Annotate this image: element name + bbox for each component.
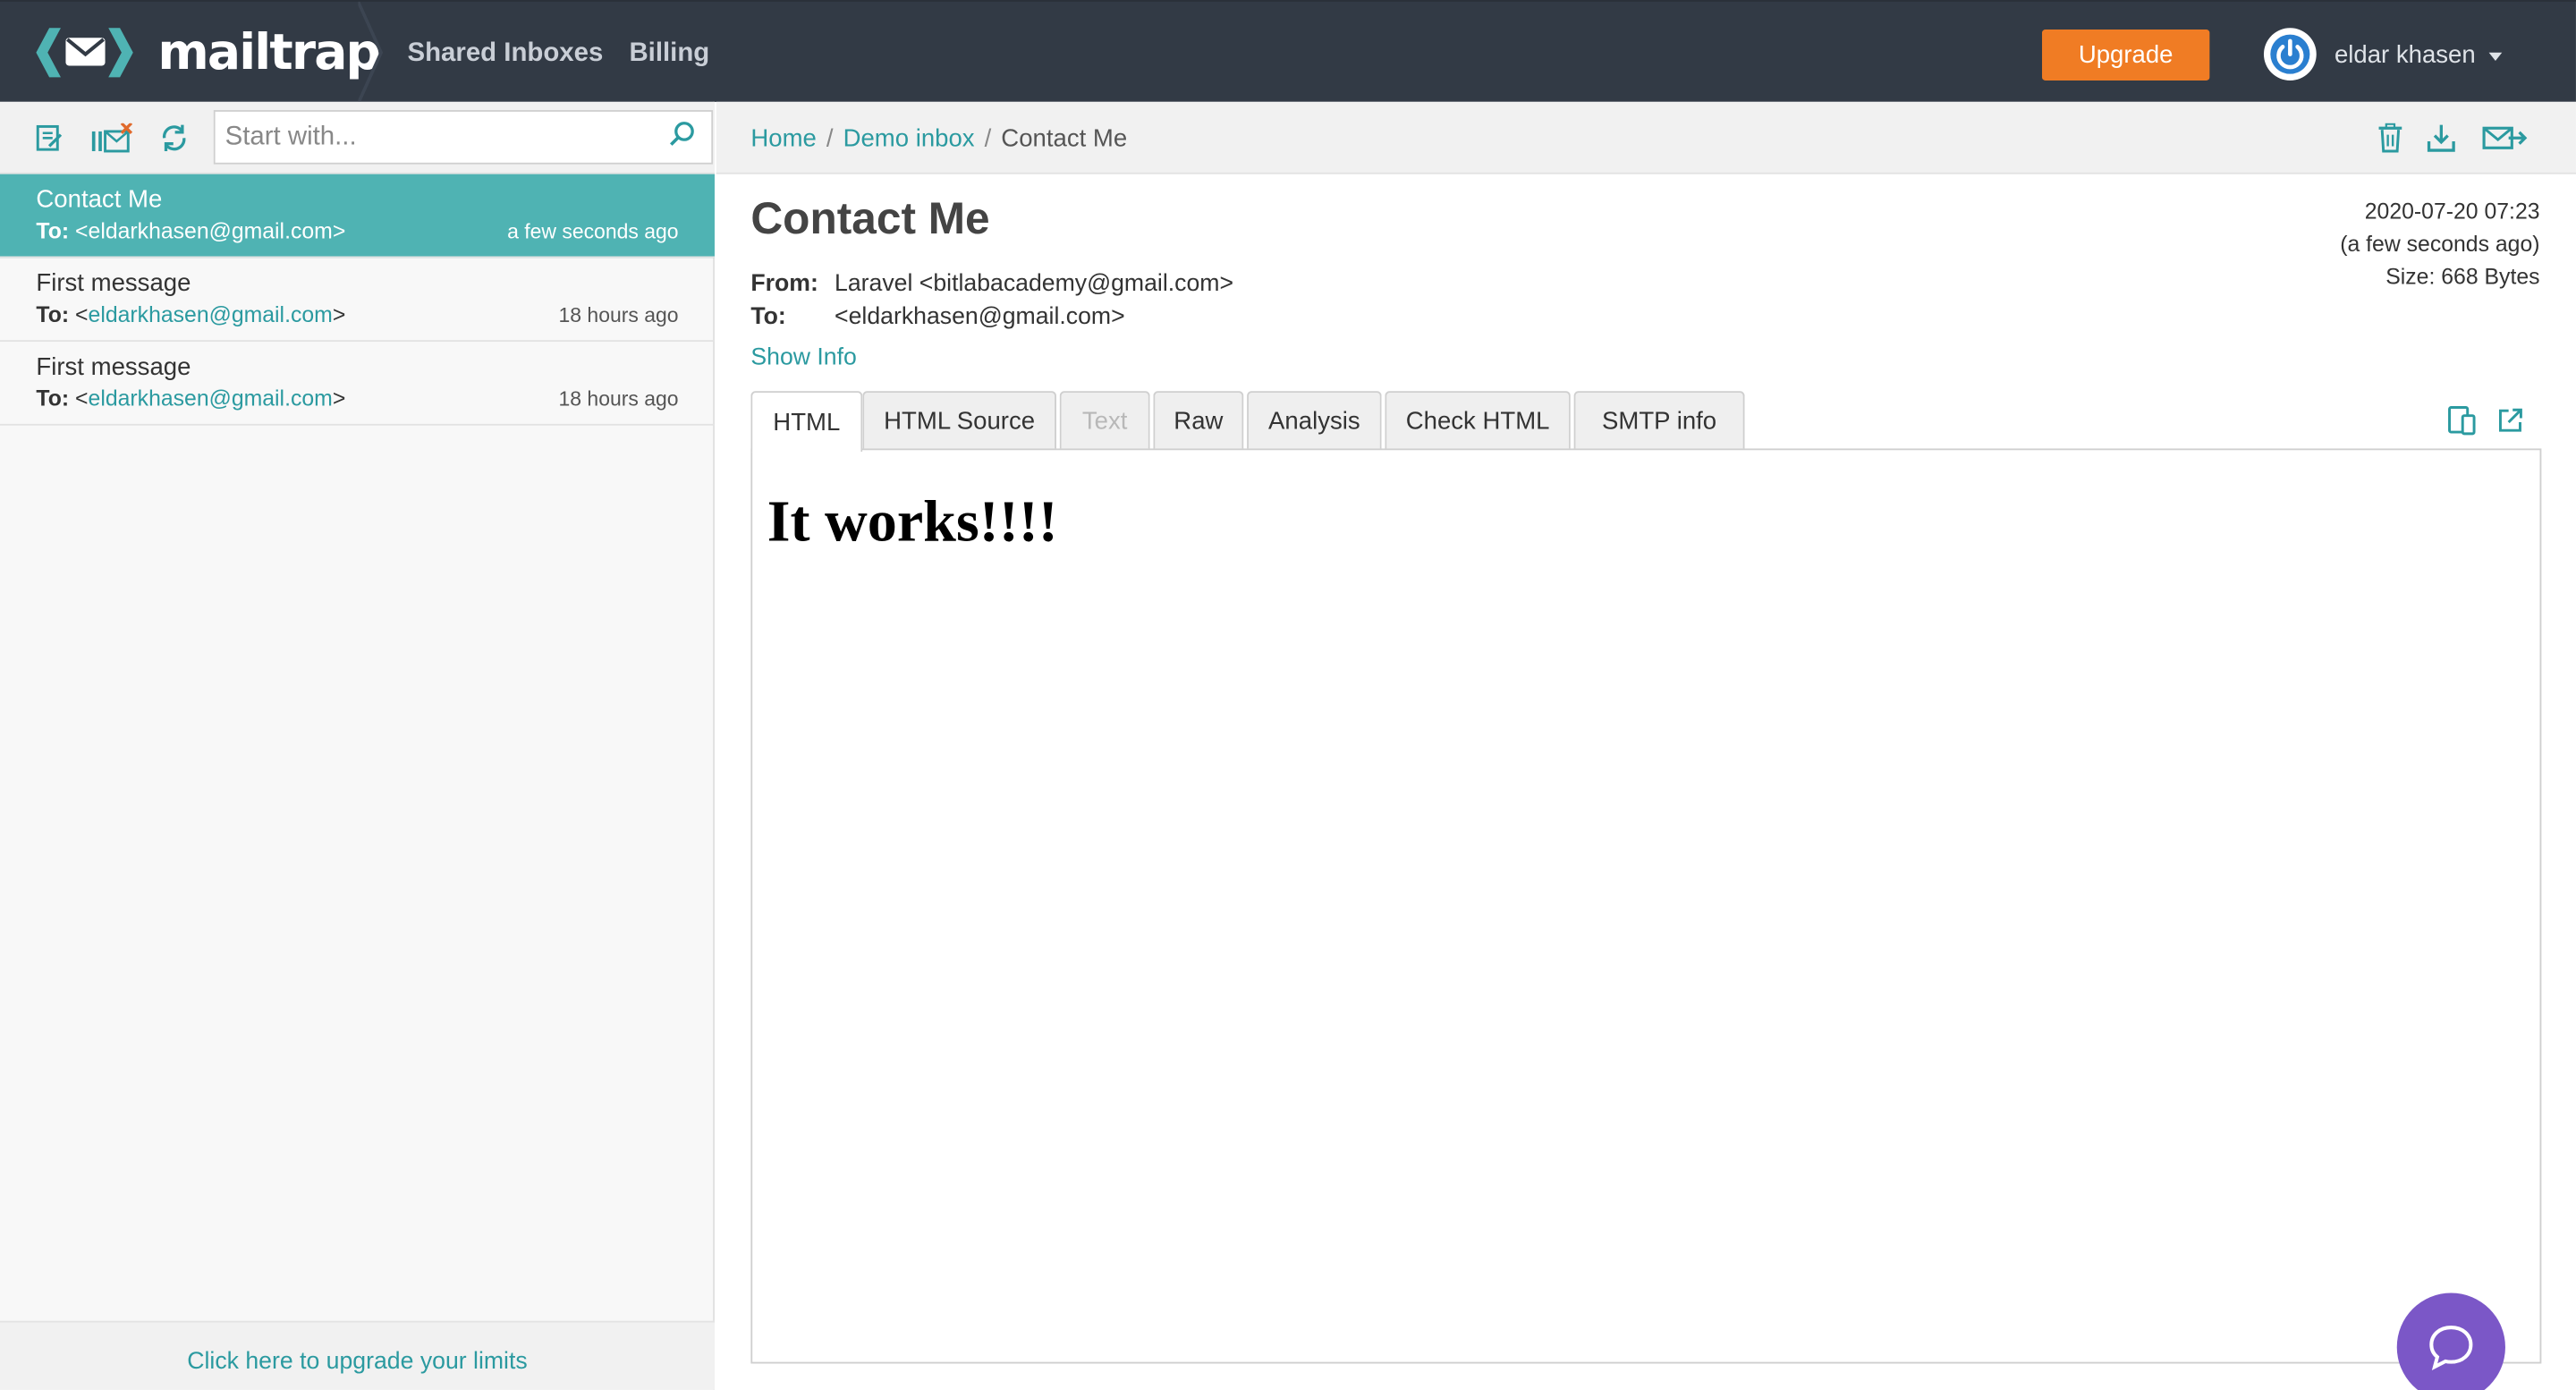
recipient-email: eldarkhasen@gmail.com xyxy=(88,218,333,243)
logo-icon xyxy=(36,28,133,78)
recipient-email: eldarkhasen@gmail.com xyxy=(88,301,333,327)
sidebar-footer: Click here to upgrade your limits xyxy=(0,1320,715,1390)
device-preview-icon[interactable] xyxy=(2446,404,2479,437)
message-subject: First message xyxy=(36,269,191,298)
message-time: 18 hours ago xyxy=(558,303,679,327)
chat-icon xyxy=(2429,1326,2473,1371)
logo-text: mailtrap xyxy=(157,23,381,81)
message-subject: Contact Me xyxy=(36,185,163,214)
tab-text: Text xyxy=(1059,391,1150,451)
tab-check-html[interactable]: Check HTML xyxy=(1385,391,1571,451)
top-navbar: mailtrap Shared Inboxes Billing Upgrade … xyxy=(0,0,2576,104)
message-recipient: To: <eldarkhasen@gmail.com> xyxy=(36,218,346,243)
chevron-down-icon[interactable] xyxy=(2488,52,2503,61)
refresh-icon[interactable] xyxy=(156,122,191,155)
message-view: Home / Demo inbox / Contact Me Contact Me Fr… xyxy=(716,101,2576,1390)
upgrade-button[interactable]: Upgrade xyxy=(2042,30,2210,81)
message-time: 18 hours ago xyxy=(558,387,679,411)
message-recipient: To: <eldarkhasen@gmail.com> xyxy=(36,301,346,327)
upgrade-limits-link[interactable]: Click here to upgrade your limits xyxy=(187,1338,527,1374)
mark-read-icon[interactable] xyxy=(31,122,67,155)
tab-smtp-info[interactable]: SMTP info xyxy=(1573,391,1745,451)
search-input[interactable] xyxy=(213,110,714,165)
sidebar-toolbar xyxy=(0,101,715,174)
message-subject-title: Contact Me xyxy=(750,193,990,243)
message-relative-time: (a few seconds ago) xyxy=(2340,231,2540,257)
avatar[interactable] xyxy=(2263,28,2317,81)
search-icon[interactable] xyxy=(665,118,699,151)
nav-shared-inboxes[interactable]: Shared Inboxes xyxy=(408,39,604,69)
message-meta: 2020-07-20 07:23 (a few seconds ago) Siz… xyxy=(2340,196,2539,294)
mailtrap-logo[interactable]: mailtrap xyxy=(33,23,381,81)
inbox-sidebar: Contact Me To: <eldarkhasen@gmail.com> a… xyxy=(0,101,715,1390)
to-value: <eldarkhasen@gmail.com> xyxy=(835,303,1125,331)
view-tabs: HTML HTML Source Text Raw Analysis Check… xyxy=(750,391,2541,453)
breadcrumb-home[interactable]: Home xyxy=(750,125,816,153)
nav-separator xyxy=(358,1,384,104)
breadcrumb-inbox[interactable]: Demo inbox xyxy=(843,125,975,153)
trash-icon[interactable] xyxy=(2374,122,2407,155)
message-time: a few seconds ago xyxy=(507,220,679,243)
forward-mail-icon[interactable] xyxy=(2480,122,2529,155)
message-subject: First message xyxy=(36,352,191,382)
tab-html-source[interactable]: HTML Source xyxy=(862,391,1056,451)
message-recipient: To: <eldarkhasen@gmail.com> xyxy=(36,386,346,411)
from-value: Laravel <bitlabacademy@gmail.com> xyxy=(835,271,1234,298)
message-date: 2020-07-20 07:23 xyxy=(2364,199,2540,224)
message-item[interactable]: First message To: <eldarkhasen@gmail.com… xyxy=(0,258,715,343)
message-item[interactable]: First message To: <eldarkhasen@gmail.com… xyxy=(0,342,715,426)
download-icon[interactable] xyxy=(2425,122,2458,155)
tab-html[interactable]: HTML xyxy=(750,391,863,453)
message-item[interactable]: Contact Me To: <eldarkhasen@gmail.com> a… xyxy=(0,174,715,259)
show-info-link[interactable]: Show Info xyxy=(750,345,856,371)
recipient-email: eldarkhasen@gmail.com xyxy=(88,386,333,411)
breadcrumb-current: Contact Me xyxy=(1001,124,1128,153)
preview-heading: It works!!!! xyxy=(767,487,1058,554)
tab-raw[interactable]: Raw xyxy=(1153,391,1244,451)
from-row: From: Laravel <bitlabacademy@gmail.com> xyxy=(750,271,1234,298)
message-size: Size: 668 Bytes xyxy=(2385,264,2540,290)
open-external-icon[interactable] xyxy=(2494,404,2527,437)
power-icon xyxy=(2267,30,2314,78)
nav-billing[interactable]: Billing xyxy=(629,39,709,69)
user-name[interactable]: eldar khasen xyxy=(2334,41,2476,69)
message-toolbar: Home / Demo inbox / Contact Me xyxy=(716,101,2576,174)
to-row: To: <eldarkhasen@gmail.com> xyxy=(750,303,1125,331)
breadcrumb: Home / Demo inbox / Contact Me xyxy=(750,124,1128,153)
html-preview: It works!!!! xyxy=(750,448,2542,1364)
tab-analysis[interactable]: Analysis xyxy=(1247,391,1382,451)
clear-inbox-icon[interactable] xyxy=(89,122,134,155)
